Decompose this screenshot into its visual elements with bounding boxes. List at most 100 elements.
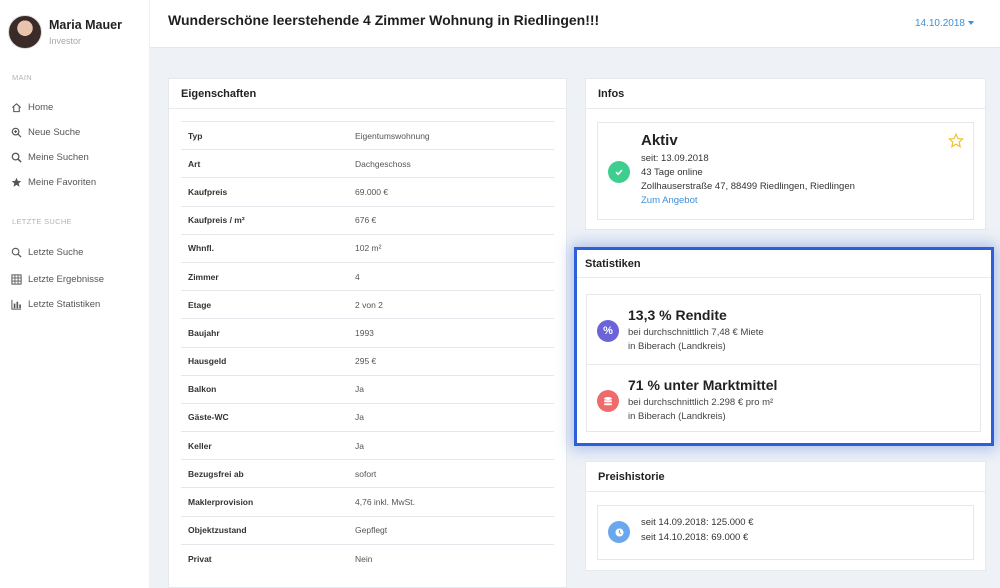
- property-key: Zimmer: [181, 261, 355, 291]
- property-key: Kaufpreis: [181, 177, 355, 207]
- properties-table: Typ Eigentumswohnung Art Dachgeschoss Kaufpr…: [181, 120, 554, 573]
- user-role: Investor: [49, 36, 82, 46]
- star-icon: [10, 176, 22, 188]
- status-box: Aktiv seit: 13.09.2018 43 Tage online Zo…: [597, 122, 974, 220]
- sidebar-item-label: Home: [28, 101, 54, 113]
- sidebar-item-letzte-statistiken[interactable]: Letzte Statistiken: [10, 298, 100, 310]
- property-value: 4,76 inkl. MwSt.: [355, 487, 554, 517]
- property-row: Balkon Ja: [181, 374, 554, 404]
- property-row: Kaufpreis 69.000 €: [181, 177, 554, 207]
- grid-icon: [10, 273, 22, 285]
- sidebar-item-label: Letzte Statistiken: [28, 298, 101, 310]
- date-label: 14.10.2018: [914, 18, 965, 29]
- property-row: Gäste-WC Ja: [181, 402, 554, 432]
- property-value: 102 m²: [355, 233, 554, 263]
- property-value: sofort: [355, 459, 554, 488]
- home-icon: [10, 101, 22, 113]
- property-row: Maklerprovision 4,76 inkl. MwSt.: [181, 487, 554, 517]
- property-key: Kaufpreis / m²: [181, 205, 355, 235]
- percent-icon: %: [597, 320, 619, 342]
- stat-marktmittel: 71 % unter Marktmittel bei durchschnittl…: [587, 364, 980, 433]
- property-value: 69.000 €: [355, 177, 554, 207]
- status-since: seit: 13.09.2018: [641, 153, 709, 164]
- property-row: Hausgeld 295 €: [181, 346, 554, 376]
- property-key: Bezugsfrei ab: [181, 459, 355, 488]
- property-value: Nein: [355, 543, 554, 573]
- sidebar-item-label: Neue Suche: [28, 126, 81, 138]
- date-dropdown[interactable]: 14.10.2018: [915, 18, 974, 29]
- property-value: 676 €: [355, 205, 554, 235]
- stat-title: 71 % unter Marktmittel: [628, 377, 778, 393]
- property-value: Dachgeschoss: [355, 149, 554, 178]
- sidebar-item-neue-suche[interactable]: Neue Suche: [10, 126, 80, 138]
- property-row: Privat Nein: [181, 543, 554, 573]
- properties-title: Eigenschaften: [169, 79, 566, 109]
- stat-detail: bei durchschnittlich 2.298 € pro m²: [628, 397, 774, 408]
- infos-title: Infos: [586, 79, 985, 109]
- property-key: Privat: [181, 543, 355, 573]
- property-value: 295 €: [355, 346, 554, 376]
- search-icon: [10, 246, 22, 258]
- property-row: Whnfl. 102 m²: [181, 233, 554, 263]
- property-row: Typ Eigentumswohnung: [181, 120, 554, 150]
- price-history-card: Preishistorie seit 14.09.2018: 125.000 €…: [585, 461, 986, 571]
- sidebar-section-main: MAIN: [12, 73, 32, 82]
- statistics-box: % 13,3 % Rendite bei durchschnittlich 7,…: [586, 294, 981, 432]
- stat-title: 13,3 % Rendite: [628, 307, 727, 323]
- property-key: Baujahr: [181, 318, 355, 347]
- status-label: Aktiv: [641, 132, 678, 149]
- sidebar-item-letzte-ergebnisse[interactable]: Letzte Ergebnisse: [10, 273, 104, 285]
- sidebar-item-meine-favoriten[interactable]: Meine Favoriten: [10, 176, 96, 188]
- property-row: Art Dachgeschoss: [181, 149, 554, 178]
- online-duration: 43 Tage online: [641, 167, 703, 178]
- avatar: [8, 15, 42, 49]
- stat-region: in Biberach (Landkreis): [628, 411, 726, 422]
- statistics-card: Statistiken % 13,3 % Rendite bei durchsc…: [577, 250, 991, 443]
- favorite-star-icon[interactable]: [948, 133, 964, 149]
- search-plus-icon: [10, 126, 22, 138]
- property-value: Eigentumswohnung: [355, 120, 554, 150]
- property-value: 2 von 2: [355, 290, 554, 319]
- user-profile[interactable]: Maria Mauer Investor: [8, 15, 122, 49]
- property-value: Gepflegt: [355, 515, 554, 545]
- property-key: Etage: [181, 290, 355, 319]
- property-key: Maklerprovision: [181, 487, 355, 517]
- property-value: Ja: [355, 431, 554, 460]
- page-title: Wunderschöne leerstehende 4 Zimmer Wohnu…: [168, 12, 600, 28]
- offer-link[interactable]: Zum Angebot: [641, 195, 698, 206]
- search-icon: [10, 151, 22, 163]
- property-key: Hausgeld: [181, 346, 355, 376]
- stat-detail: bei durchschnittlich 7,48 € Miete: [628, 327, 764, 338]
- sidebar-item-letzte-suche[interactable]: Letzte Suche: [10, 246, 83, 258]
- user-name: Maria Mauer: [49, 18, 122, 32]
- property-key: Objektzustand: [181, 515, 355, 545]
- sidebar-item-label: Letzte Suche: [28, 246, 84, 258]
- infos-card: Infos Aktiv seit: 13.09.2018 43 Tage onl…: [585, 78, 986, 230]
- property-key: Whnfl.: [181, 233, 355, 263]
- price-history-box: seit 14.09.2018: 125.000 € seit 14.10.20…: [597, 505, 974, 560]
- sidebar-item-label: Letzte Ergebnisse: [28, 273, 105, 285]
- property-row: Zimmer 4: [181, 261, 554, 291]
- property-value: 1993: [355, 318, 554, 347]
- property-value: Ja: [355, 374, 554, 404]
- property-row: Objektzustand Gepflegt: [181, 515, 554, 545]
- property-key: Art: [181, 149, 355, 178]
- coins-icon: [597, 390, 619, 412]
- sidebar-item-meine-suchen[interactable]: Meine Suchen: [10, 151, 89, 163]
- property-key: Keller: [181, 431, 355, 460]
- properties-card: Eigenschaften Typ Eigentumswohnung Art Dach…: [168, 78, 567, 588]
- check-circle-icon: [608, 161, 630, 183]
- property-key: Gäste-WC: [181, 402, 355, 432]
- price-history-entry: seit 14.09.2018: 125.000 €: [641, 517, 754, 528]
- caret-down-icon: [968, 21, 974, 26]
- price-history-entry: seit 14.10.2018: 69.000 €: [641, 532, 749, 543]
- sidebar-item-label: Meine Favoriten: [28, 176, 97, 188]
- sidebar-item-home[interactable]: Home: [10, 101, 53, 113]
- sidebar-item-label: Meine Suchen: [28, 151, 89, 163]
- property-row: Etage 2 von 2: [181, 290, 554, 319]
- property-value: Ja: [355, 402, 554, 432]
- stat-region: in Biberach (Landkreis): [628, 341, 726, 352]
- bar-chart-icon: [10, 298, 22, 310]
- property-row: Keller Ja: [181, 431, 554, 460]
- property-row: Baujahr 1993: [181, 318, 554, 347]
